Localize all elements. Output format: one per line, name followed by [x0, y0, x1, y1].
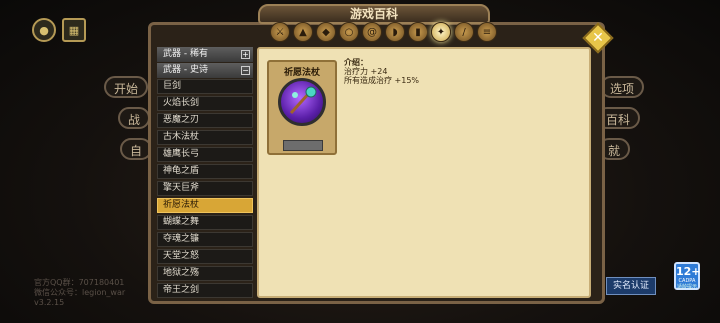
- category-epic-weapons[interactable]: 武器 - 史诗 −: [157, 63, 253, 78]
- category-label: 武器 - 稀有: [163, 49, 208, 59]
- options-button[interactable]: 选项: [600, 76, 645, 98]
- list-item[interactable]: 巨剑: [157, 79, 253, 94]
- rarity-bar: [283, 140, 323, 151]
- list-item[interactable]: 神龟之盾: [157, 164, 253, 179]
- category-tabs: ⚔ ▲ ◆ ○ @ ◗ ▮ ✦ / ≡: [270, 22, 497, 42]
- staff-icon: [278, 78, 326, 126]
- age-rating-number: 12+: [676, 265, 701, 278]
- age-rating-sub: 适龄提示: [676, 284, 697, 290]
- cloak-tab-icon[interactable]: ◗: [385, 22, 405, 42]
- list-item[interactable]: 蝴蝶之舞: [157, 215, 253, 230]
- close-icon: ✕: [592, 30, 604, 46]
- realname-auth-button[interactable]: 实名认证: [606, 277, 656, 295]
- stat-line: 所有造成治疗 +15%: [344, 76, 420, 85]
- item-card: 祈愿法杖: [267, 60, 337, 155]
- item-description: 介绍： 治疗力 +24 所有造成治疗 +15%: [344, 58, 419, 85]
- list-item[interactable]: 恶魔之刃: [157, 113, 253, 128]
- spiral-tab-icon[interactable]: @: [362, 22, 382, 42]
- list-item[interactable]: 地狱之殇: [157, 266, 253, 281]
- helmet-tab-icon[interactable]: ◆: [316, 22, 336, 42]
- weapon-tab-icon[interactable]: ⚔: [270, 22, 290, 42]
- armor-tab-icon[interactable]: ▲: [293, 22, 313, 42]
- list-item[interactable]: 帝王之剑: [157, 283, 253, 298]
- list-item-selected[interactable]: 祈愿法杖: [157, 198, 253, 213]
- age-rating-badge: 12+ CADPA 适龄提示: [674, 262, 701, 290]
- shop-icon[interactable]: ▦: [62, 18, 86, 42]
- item-list: 武器 - 稀有 + 武器 - 史诗 − 巨剑 火焰长剑 恶魔之刃 古木法杖 雄鹰…: [157, 47, 253, 301]
- version-text: v3.2.15: [34, 298, 65, 307]
- list-item[interactable]: 夺魂之镰: [157, 232, 253, 247]
- list-item[interactable]: 雄鹰长弓: [157, 147, 253, 162]
- wechat-text: 微信公众号：legion_war: [34, 288, 126, 297]
- list-item[interactable]: 擎天巨斧: [157, 181, 253, 196]
- item-name: 祈愿法杖: [283, 68, 320, 78]
- battle-button[interactable]: 战: [118, 107, 151, 129]
- category-rare-weapons[interactable]: 武器 - 稀有 +: [157, 47, 253, 62]
- start-button[interactable]: 开始: [104, 76, 149, 98]
- list-item[interactable]: 古木法杖: [157, 130, 253, 145]
- category-label: 武器 - 史诗: [163, 65, 208, 75]
- expand-icon[interactable]: +: [241, 50, 250, 59]
- scroll-tab-icon[interactable]: ≡: [477, 22, 497, 42]
- window-title: 游戏百科: [258, 4, 490, 24]
- list-item[interactable]: 火焰长剑: [157, 96, 253, 111]
- list-item[interactable]: 天堂之怒: [157, 249, 253, 264]
- user-avatar-icon[interactable]: ●: [32, 18, 56, 42]
- boot-tab-icon[interactable]: ▮: [408, 22, 428, 42]
- collapse-icon[interactable]: −: [241, 66, 250, 75]
- stat-line: 治疗力 +24: [344, 67, 388, 76]
- qq-group-text: 官方QQ群：707180401: [34, 278, 125, 287]
- ring-tab-icon[interactable]: ○: [339, 22, 359, 42]
- compass-tab-icon[interactable]: ✦: [431, 22, 451, 42]
- staff-tab-icon[interactable]: /: [454, 22, 474, 42]
- intro-heading: 介绍：: [344, 58, 368, 67]
